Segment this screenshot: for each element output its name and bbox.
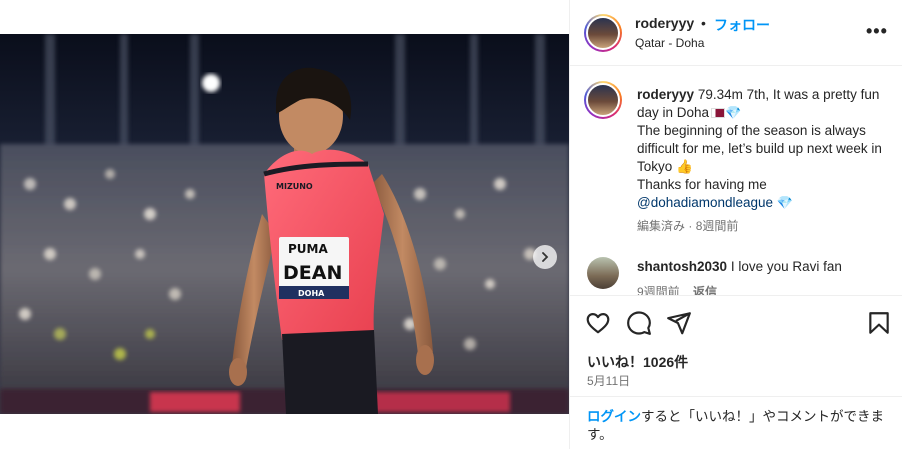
meta-separator: · [688, 219, 693, 233]
author-username[interactable]: roderyyy [635, 15, 694, 31]
author-avatar[interactable] [584, 14, 622, 52]
header-separator: • [701, 15, 706, 31]
caption-line-3: Thanks for having me [637, 177, 767, 192]
caption-text: roderyyy 79.34m 7th, It was a pretty fun… [637, 86, 887, 212]
share-icon[interactable] [666, 310, 692, 336]
post-actions: いいね！1026件 5月11日 ログインすると「いいね！」やコメントができます。 [570, 295, 902, 449]
caption-line-2: The beginning of the season is always di… [637, 123, 882, 174]
bib-brand: PUMA [288, 242, 328, 256]
comment-body: I love you Ravi fan [730, 259, 842, 274]
caption-age[interactable]: 8週間前 [696, 219, 739, 233]
post-details-panel: roderyyy • フォロー Qatar - Doha ••• roderyy… [569, 0, 902, 449]
likes-count[interactable]: いいね！1026件 [587, 352, 688, 372]
login-link[interactable]: ログイン [587, 409, 641, 424]
comment-icon[interactable] [626, 310, 652, 336]
caption-meta: 編集済み · 8週間前 [637, 217, 738, 234]
login-prompt-text: ログインすると「いいね！」やコメントができます。 [587, 408, 887, 444]
edited-label: 編集済み [637, 219, 686, 233]
thumbs-up-icon: 👍 [676, 159, 693, 174]
chevron-right-icon [542, 252, 549, 262]
jersey-brand: MIZUNO [276, 182, 313, 191]
login-prompt: ログインすると「いいね！」やコメントができます。 [570, 396, 902, 449]
bib-name: DEAN [283, 262, 342, 284]
gem-icon: 💎 [776, 195, 794, 210]
bookmark-icon[interactable] [866, 310, 892, 336]
gem-icon: 💎 [725, 105, 742, 120]
post-date[interactable]: 5月11日 [587, 372, 630, 389]
follow-button[interactable]: フォロー [714, 15, 770, 35]
post-header: roderyyy • フォロー Qatar - Doha ••• [570, 0, 902, 66]
more-options-icon[interactable]: ••• [866, 22, 888, 40]
media-panel: MIZUNO PUMA DEAN DOHA [0, 0, 569, 449]
athlete-photo: MIZUNO PUMA DEAN DOHA [0, 34, 569, 414]
caption-avatar[interactable] [584, 81, 622, 119]
post-photo[interactable]: MIZUNO PUMA DEAN DOHA [0, 34, 569, 414]
bib-city: DOHA [298, 289, 325, 298]
comment-text: shantosh2030 I love you Ravi fan [637, 259, 842, 274]
post-location[interactable]: Qatar - Doha [635, 36, 704, 50]
caption-username[interactable]: roderyyy [637, 87, 694, 102]
qatar-flag-icon [711, 108, 726, 118]
commenter-username[interactable]: shantosh2030 [637, 259, 727, 274]
heart-icon[interactable] [585, 310, 611, 336]
commenter-avatar[interactable] [587, 257, 619, 289]
carousel-next-button[interactable] [533, 245, 557, 269]
mention-link[interactable]: @dohadiamondleague [637, 195, 773, 210]
